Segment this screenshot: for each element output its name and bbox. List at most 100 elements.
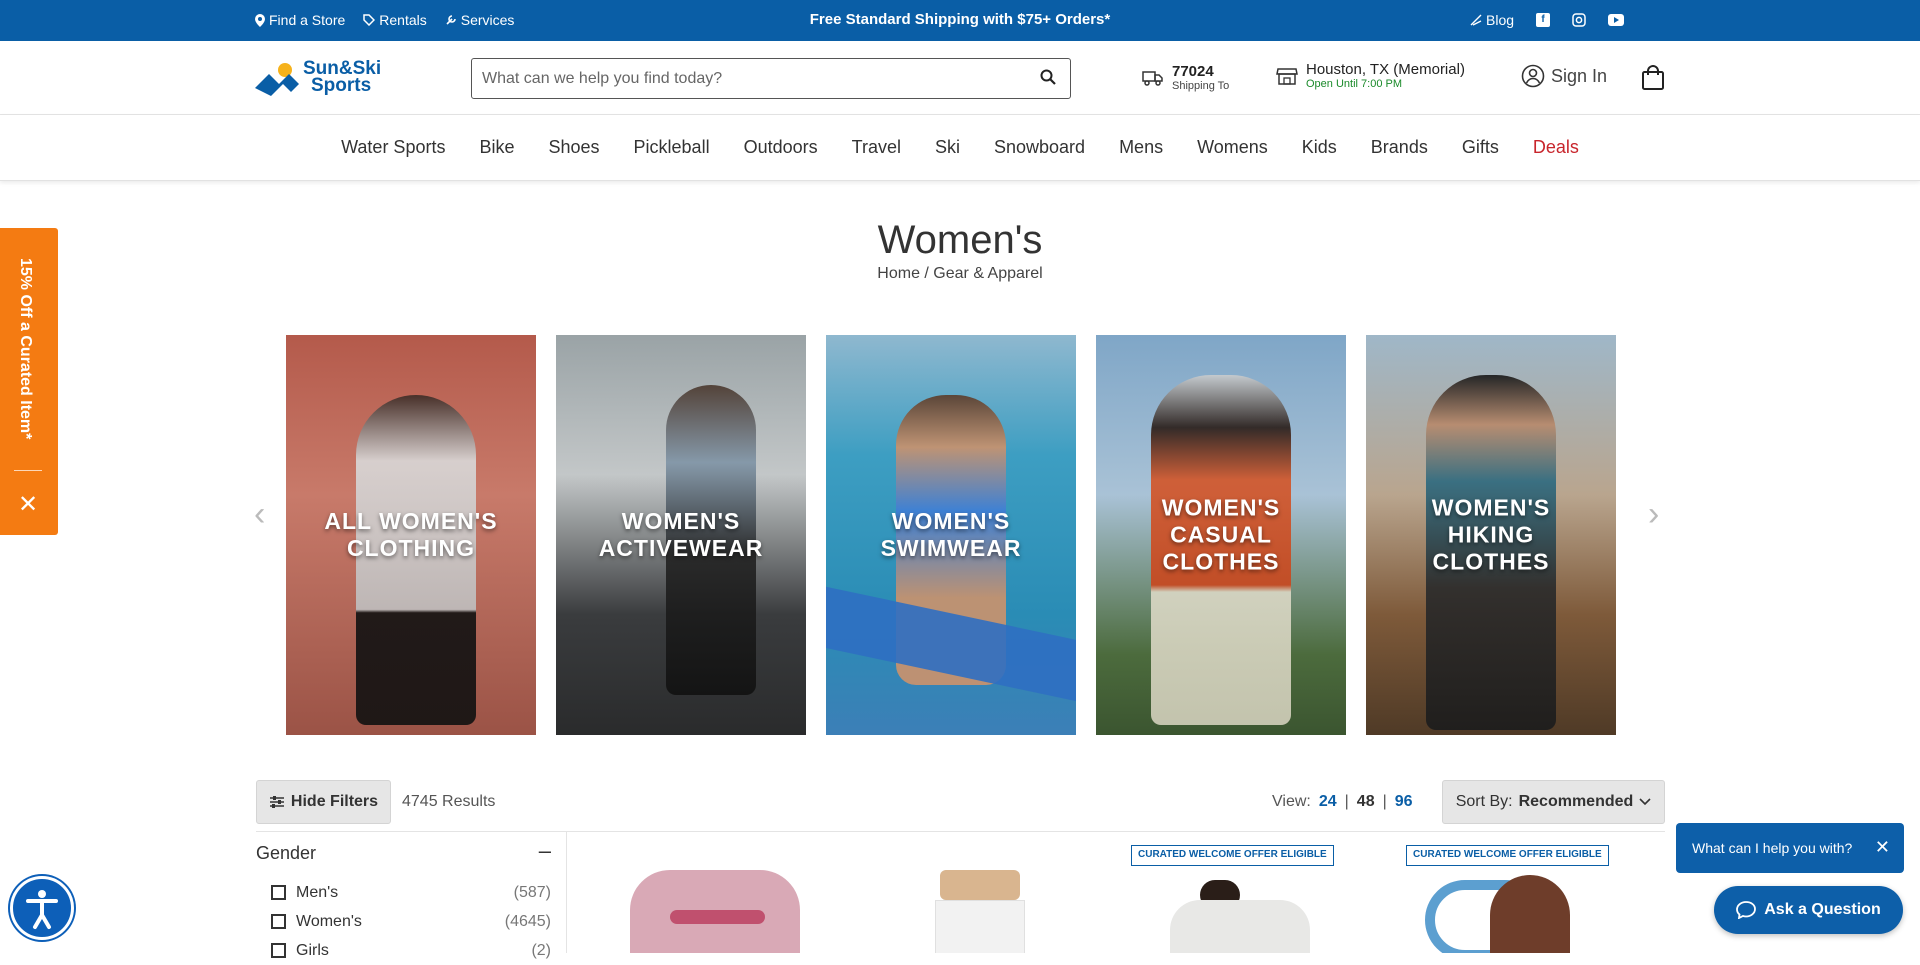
facet-option-girls[interactable]: Girls (2) <box>256 936 551 965</box>
blog-link[interactable]: Blog <box>1470 12 1514 28</box>
hide-filters-label: Hide Filters <box>290 793 379 810</box>
facebook-icon[interactable]: f <box>1536 13 1551 27</box>
nav-travel[interactable]: Travel <box>835 137 918 158</box>
store-hours: Open Until 7:00 PM <box>1306 78 1402 90</box>
category-card-activewear[interactable]: WOMEN'S ACTIVEWEAR <box>556 335 806 735</box>
nav-snowboard[interactable]: Snowboard <box>977 137 1102 158</box>
close-icon[interactable]: ✕ <box>1875 837 1890 858</box>
site-header: Sun&Ski Sports 77024 Shipping To Houston… <box>0 41 1920 115</box>
shopping-bag-icon[interactable] <box>1641 65 1665 91</box>
nav-womens[interactable]: Womens <box>1180 137 1285 158</box>
checkbox[interactable] <box>271 914 286 929</box>
offer-badge: CURATED WELCOME OFFER ELIGIBLE <box>1406 845 1609 866</box>
facet-option-label: Men's <box>296 883 339 901</box>
nav-outdoors[interactable]: Outdoors <box>727 137 835 158</box>
facet-option-count: (2) <box>531 941 551 959</box>
main-nav: Water Sports Bike Shoes Pickleball Outdo… <box>0 115 1920 181</box>
product-image[interactable] <box>610 870 810 953</box>
site-logo[interactable]: Sun&Ski Sports <box>255 58 400 98</box>
view-96-option[interactable]: 96 <box>1395 793 1413 811</box>
close-icon[interactable]: ✕ <box>18 490 38 519</box>
carousel-next-arrow[interactable]: › <box>1648 495 1659 534</box>
category-card-all-clothing[interactable]: ALL WOMEN'S CLOTHING <box>286 335 536 735</box>
checkbox[interactable] <box>271 943 286 958</box>
product-image[interactable] <box>880 870 1080 953</box>
search-icon[interactable] <box>1040 69 1056 85</box>
product-shorts <box>935 900 1025 953</box>
nav-mens[interactable]: Mens <box>1102 137 1180 158</box>
ask-question-button[interactable]: Ask a Question <box>1714 886 1903 934</box>
breadcrumb[interactable]: Home / Gear & Apparel <box>0 265 1920 283</box>
hide-filters-button[interactable]: Hide Filters <box>256 780 391 824</box>
view-per-page: View: 24 | 48 | 96 <box>1272 793 1413 811</box>
category-card-label: WOMEN'S HIKING CLOTHES <box>1431 494 1551 575</box>
chat-prompt-bubble[interactable]: What can I help you with? ✕ <box>1676 823 1904 873</box>
nav-pickleball[interactable]: Pickleball <box>617 137 727 158</box>
promo-side-tab-label: 15% Off a Curated Item* <box>17 258 34 440</box>
nav-deals[interactable]: Deals <box>1516 137 1596 158</box>
carousel-prev-arrow[interactable]: ‹ <box>254 495 265 534</box>
listing-toolbar: Hide Filters 4745 Results View: 24 | 48 … <box>256 780 1665 824</box>
results-count: 4745 Results <box>402 793 496 810</box>
logo-text: Sun&Ski Sports <box>303 59 381 96</box>
sign-in-label: Sign In <box>1551 65 1608 86</box>
nav-shoes[interactable]: Shoes <box>531 137 616 158</box>
product-model <box>1490 875 1570 953</box>
view-24-option[interactable]: 24 <box>1319 793 1337 811</box>
shipping-zip[interactable]: 77024 Shipping To <box>1142 63 1229 92</box>
facet-title: Gender <box>256 843 317 863</box>
user-icon <box>1521 64 1545 88</box>
zip-text: 77024 Shipping To <box>1172 63 1229 92</box>
chevron-down-icon <box>1639 798 1651 806</box>
chat-icon <box>1736 901 1757 919</box>
view-48-option[interactable]: 48 <box>1357 793 1375 811</box>
collapse-icon[interactable]: – <box>539 840 551 864</box>
store-icon <box>1276 67 1298 85</box>
social-links: Blog f <box>1470 12 1625 28</box>
product-image[interactable] <box>1140 870 1340 953</box>
zip-sublabel: Shipping To <box>1172 80 1230 92</box>
sign-in-link[interactable]: Sign In <box>1521 64 1607 88</box>
facet-option-mens[interactable]: Men's (587) <box>256 878 551 907</box>
store-text: Houston, TX (Memorial) Open Until 7:00 P… <box>1306 61 1465 90</box>
facet-divider <box>566 831 567 953</box>
category-card-label: ALL WOMEN'S CLOTHING <box>324 508 498 561</box>
category-card-casual[interactable]: WOMEN'S CASUAL CLOTHES <box>1096 335 1346 735</box>
facet-header[interactable]: Gender – <box>256 840 551 864</box>
ask-question-label: Ask a Question <box>1764 901 1881 918</box>
product-top <box>1170 900 1310 953</box>
nav-water-sports[interactable]: Water Sports <box>324 137 462 158</box>
offer-badge: CURATED WELCOME OFFER ELIGIBLE <box>1131 845 1334 866</box>
nav-gifts[interactable]: Gifts <box>1445 137 1516 158</box>
checkbox[interactable] <box>271 885 286 900</box>
category-card-label: WOMEN'S ACTIVEWEAR <box>598 508 764 561</box>
category-carousel: ALL WOMEN'S CLOTHING WOMEN'S ACTIVEWEAR WO… <box>286 335 1616 735</box>
sort-dropdown[interactable]: Sort By: Recommended <box>1442 780 1665 824</box>
logo-line2: Sports <box>311 75 372 96</box>
facet-option-womens[interactable]: Women's (4645) <box>256 907 551 936</box>
search-input[interactable] <box>482 67 1022 91</box>
chat-prompt-text: What can I help you with? <box>1692 840 1853 856</box>
instagram-icon[interactable] <box>1572 13 1586 27</box>
shipping-promo[interactable]: Free Standard Shipping with $75+ Orders* <box>0 11 1920 28</box>
accessibility-button[interactable] <box>10 876 74 940</box>
store-name: Houston, TX (Memorial) <box>1306 61 1465 78</box>
gender-facet: Gender – Men's (587) Women's (4645) Girl… <box>256 840 551 965</box>
product-image[interactable] <box>1420 870 1620 953</box>
youtube-icon[interactable] <box>1608 14 1625 26</box>
sort-value: Recommended <box>1518 793 1634 810</box>
category-card-swimwear[interactable]: WOMEN'S SWIMWEAR <box>826 335 1076 735</box>
zip-code: 77024 <box>1172 63 1214 80</box>
product-top <box>940 870 1020 900</box>
sort-label: Sort By: <box>1455 793 1513 810</box>
promo-divider <box>14 470 42 471</box>
nav-brands[interactable]: Brands <box>1354 137 1445 158</box>
sliders-icon <box>269 796 284 808</box>
category-card-hiking[interactable]: WOMEN'S HIKING CLOTHES <box>1366 335 1616 735</box>
promo-side-tab[interactable]: 15% Off a Curated Item* ✕ <box>0 228 58 535</box>
my-store[interactable]: Houston, TX (Memorial) Open Until 7:00 P… <box>1276 61 1465 90</box>
logo-mountain-icon <box>255 63 299 96</box>
nav-kids[interactable]: Kids <box>1285 137 1354 158</box>
nav-bike[interactable]: Bike <box>462 137 531 158</box>
nav-ski[interactable]: Ski <box>918 137 977 158</box>
